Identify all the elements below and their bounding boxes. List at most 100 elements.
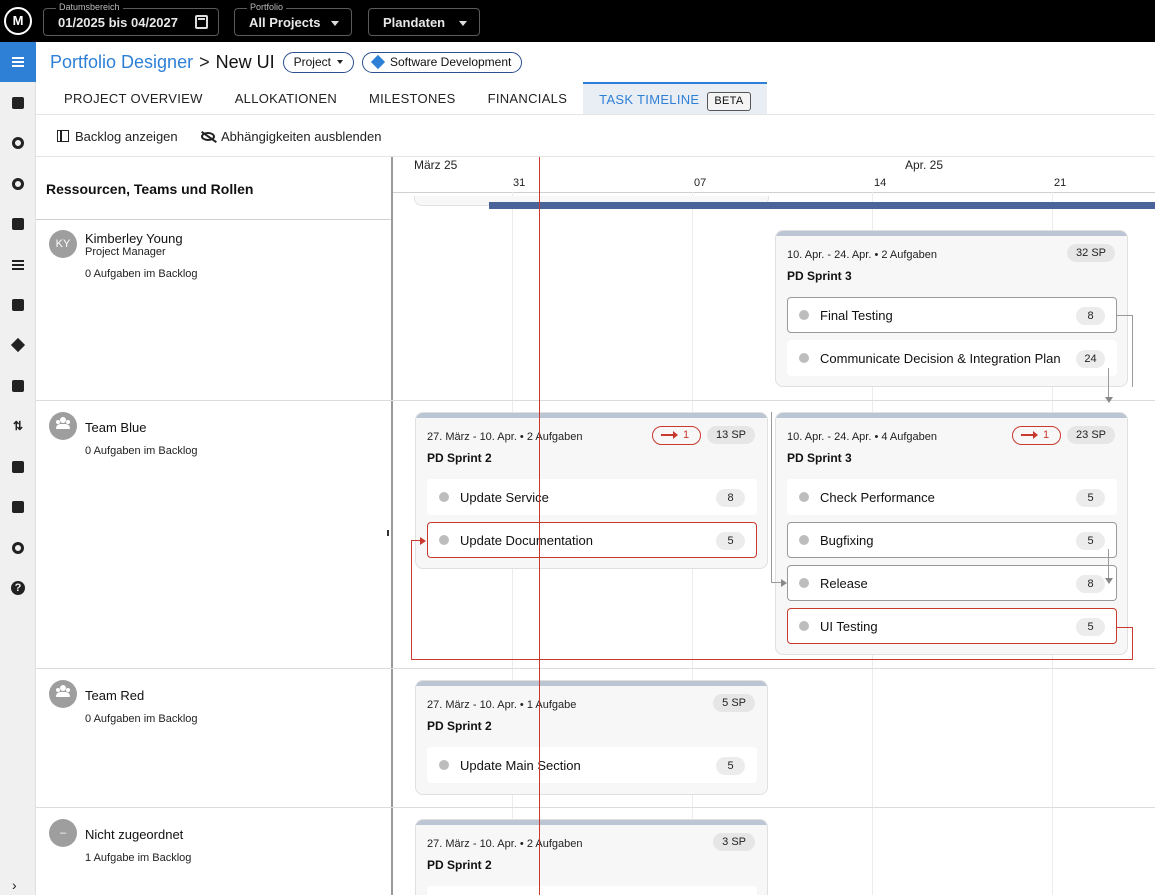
- resize-handle[interactable]: [387, 530, 389, 536]
- dependency-line: [771, 582, 781, 583]
- team-avatar: [49, 680, 77, 708]
- task-points: 5: [1076, 532, 1105, 550]
- avatar: KY: [49, 230, 77, 258]
- show-backlog-label: Backlog anzeigen: [75, 128, 178, 144]
- date-range-field[interactable]: Datumsbereich 01/2025 bis 04/2027: [43, 2, 219, 36]
- task-points: 5: [716, 532, 745, 550]
- nav-refresh[interactable]: [0, 123, 36, 163]
- resource-name: Nicht zugeordnet: [85, 827, 184, 842]
- day-label-14: 14: [874, 177, 887, 189]
- tab-financials[interactable]: FINANCIALS: [471, 82, 584, 115]
- dependency-line: [411, 659, 1133, 660]
- people-icon: [11, 500, 25, 514]
- task-card[interactable]: Update Service 8: [427, 479, 757, 515]
- breadcrumb-root-link[interactable]: Portfolio Designer: [50, 52, 193, 73]
- sprint-card[interactable]: 10. Apr. - 24. Apr. • 4 Aufgaben PD Spri…: [775, 412, 1128, 655]
- nav-timeline[interactable]: [0, 42, 36, 82]
- month-label-april: Apr. 25: [905, 158, 944, 172]
- backlog-panel-icon: [57, 130, 69, 142]
- nav-assignments[interactable]: [0, 204, 36, 244]
- dependency-arrow-icon: [1021, 431, 1038, 439]
- sprint-card[interactable]: 10. Apr. - 24. Apr. • 2 Aufgaben PD Spri…: [775, 230, 1128, 387]
- dependency-count: 1: [683, 429, 690, 441]
- resources-column-title: Ressourcen, Teams und Rollen: [46, 181, 254, 197]
- nav-transfer[interactable]: ⇅: [0, 406, 36, 446]
- sprint-title: PD Sprint 2: [427, 719, 492, 733]
- row-separator: [36, 400, 1155, 401]
- dependency-badge[interactable]: 1: [1012, 426, 1061, 445]
- timeline-icon: [11, 55, 25, 69]
- unassigned-avatar: –: [49, 819, 77, 847]
- date-range-value: 01/2025 bis 04/2027: [58, 15, 178, 30]
- list-icon: [11, 258, 25, 272]
- nav-list[interactable]: [0, 245, 36, 285]
- task-card[interactable]: Final Testing 8: [787, 297, 1117, 333]
- timeline-header-bottom-border: [392, 192, 1155, 193]
- sprint-title: PD Sprint 3: [787, 451, 852, 465]
- nav-help[interactable]: [0, 568, 36, 608]
- task-name: Final Testing: [820, 308, 893, 323]
- portfolio-caption: Portfolio: [247, 2, 287, 12]
- portfolio-value: All Projects: [249, 15, 321, 30]
- task-card[interactable]: Bugfixing 5: [787, 522, 1117, 558]
- task-card[interactable]: Release 8: [787, 565, 1117, 601]
- task-name: Update Documentation: [460, 533, 593, 548]
- nav-documents[interactable]: [0, 366, 36, 406]
- task-card[interactable]: [427, 886, 757, 895]
- dependency-badge[interactable]: 1: [652, 426, 701, 445]
- left-nav-rail: ⇅ ›: [0, 42, 36, 895]
- tab-task-timeline[interactable]: TASK TIMELINE BETA: [583, 82, 767, 115]
- show-backlog-button[interactable]: Backlog anzeigen: [57, 127, 178, 145]
- task-name: UI Testing: [820, 619, 878, 634]
- dependency-line: [1132, 627, 1133, 660]
- resource-backlog-count: 0 Aufgaben im Backlog: [85, 713, 198, 725]
- nav-board[interactable]: [0, 285, 36, 325]
- portfolio-select[interactable]: Portfolio All Projects: [234, 2, 352, 36]
- refresh-icon: [11, 136, 25, 150]
- tab-milestones[interactable]: MILESTONES: [353, 82, 472, 115]
- sprint-card[interactable]: 27. März - 10. Apr. • 2 Aufgaben PD Spri…: [415, 412, 768, 569]
- nav-resources[interactable]: [0, 83, 36, 123]
- category-chip[interactable]: Software Development: [361, 51, 523, 73]
- day-label-31: 31: [513, 177, 526, 189]
- day-label-21: 21: [1054, 177, 1067, 189]
- project-type-chip[interactable]: Project: [282, 51, 354, 73]
- calendar-icon[interactable]: [195, 15, 208, 29]
- sprint-card[interactable]: 27. März - 10. Apr. • 2 Aufgaben PD Spri…: [415, 819, 768, 895]
- expand-chevron-icon[interactable]: ›: [12, 877, 17, 893]
- data-mode-select[interactable]: Plandaten: [368, 8, 480, 36]
- row-separator: [36, 807, 1155, 808]
- nav-goals[interactable]: [0, 164, 36, 204]
- breadcrumb: Portfolio Designer > New UI Project Soft…: [50, 50, 523, 74]
- group-icon: [56, 685, 70, 697]
- sprint-meta: 10. Apr. - 24. Apr. • 4 Aufgaben: [787, 431, 938, 443]
- tab-project-overview[interactable]: PROJECT OVERVIEW: [48, 82, 219, 115]
- sprint-card[interactable]: 27. März - 10. Apr. • 1 Aufgabe PD Sprin…: [415, 680, 768, 795]
- nav-integrations[interactable]: [0, 447, 36, 487]
- task-card[interactable]: Update Main Section 5: [427, 747, 757, 783]
- task-points: 8: [1076, 307, 1105, 325]
- sprint-meta: 27. März - 10. Apr. • 2 Aufgaben: [427, 431, 583, 443]
- data-mode-value: Plandaten: [383, 15, 446, 30]
- task-card[interactable]: UI Testing 5: [787, 608, 1117, 644]
- dependency-line: [771, 412, 772, 582]
- task-card[interactable]: Update Documentation 5: [427, 522, 757, 558]
- nav-roadmap[interactable]: [0, 325, 36, 365]
- nav-settings[interactable]: [0, 528, 36, 568]
- jira-icon: [370, 54, 386, 70]
- hide-dependencies-button[interactable]: Abhängigkeiten ausblenden: [201, 127, 381, 145]
- dependency-line: [1117, 627, 1133, 628]
- resource-name: Team Red: [85, 688, 145, 703]
- story-points-badge: 13 SP: [707, 426, 755, 444]
- app-logo[interactable]: M: [4, 7, 32, 35]
- resource-backlog-count: 1 Aufgabe im Backlog: [85, 852, 192, 864]
- sprint-meta: 10. Apr. - 24. Apr. • 2 Aufgaben: [787, 249, 938, 261]
- tab-allokationen[interactable]: ALLOKATIONEN: [218, 82, 354, 115]
- column-divider[interactable]: [391, 157, 393, 895]
- nav-teams[interactable]: [0, 487, 36, 527]
- task-card[interactable]: Communicate Decision & Integration Plan …: [787, 340, 1117, 376]
- sprint-title: PD Sprint 2: [427, 858, 492, 872]
- task-card[interactable]: Check Performance 5: [787, 479, 1117, 515]
- status-dot-icon: [439, 492, 449, 502]
- team-avatar: [49, 412, 77, 440]
